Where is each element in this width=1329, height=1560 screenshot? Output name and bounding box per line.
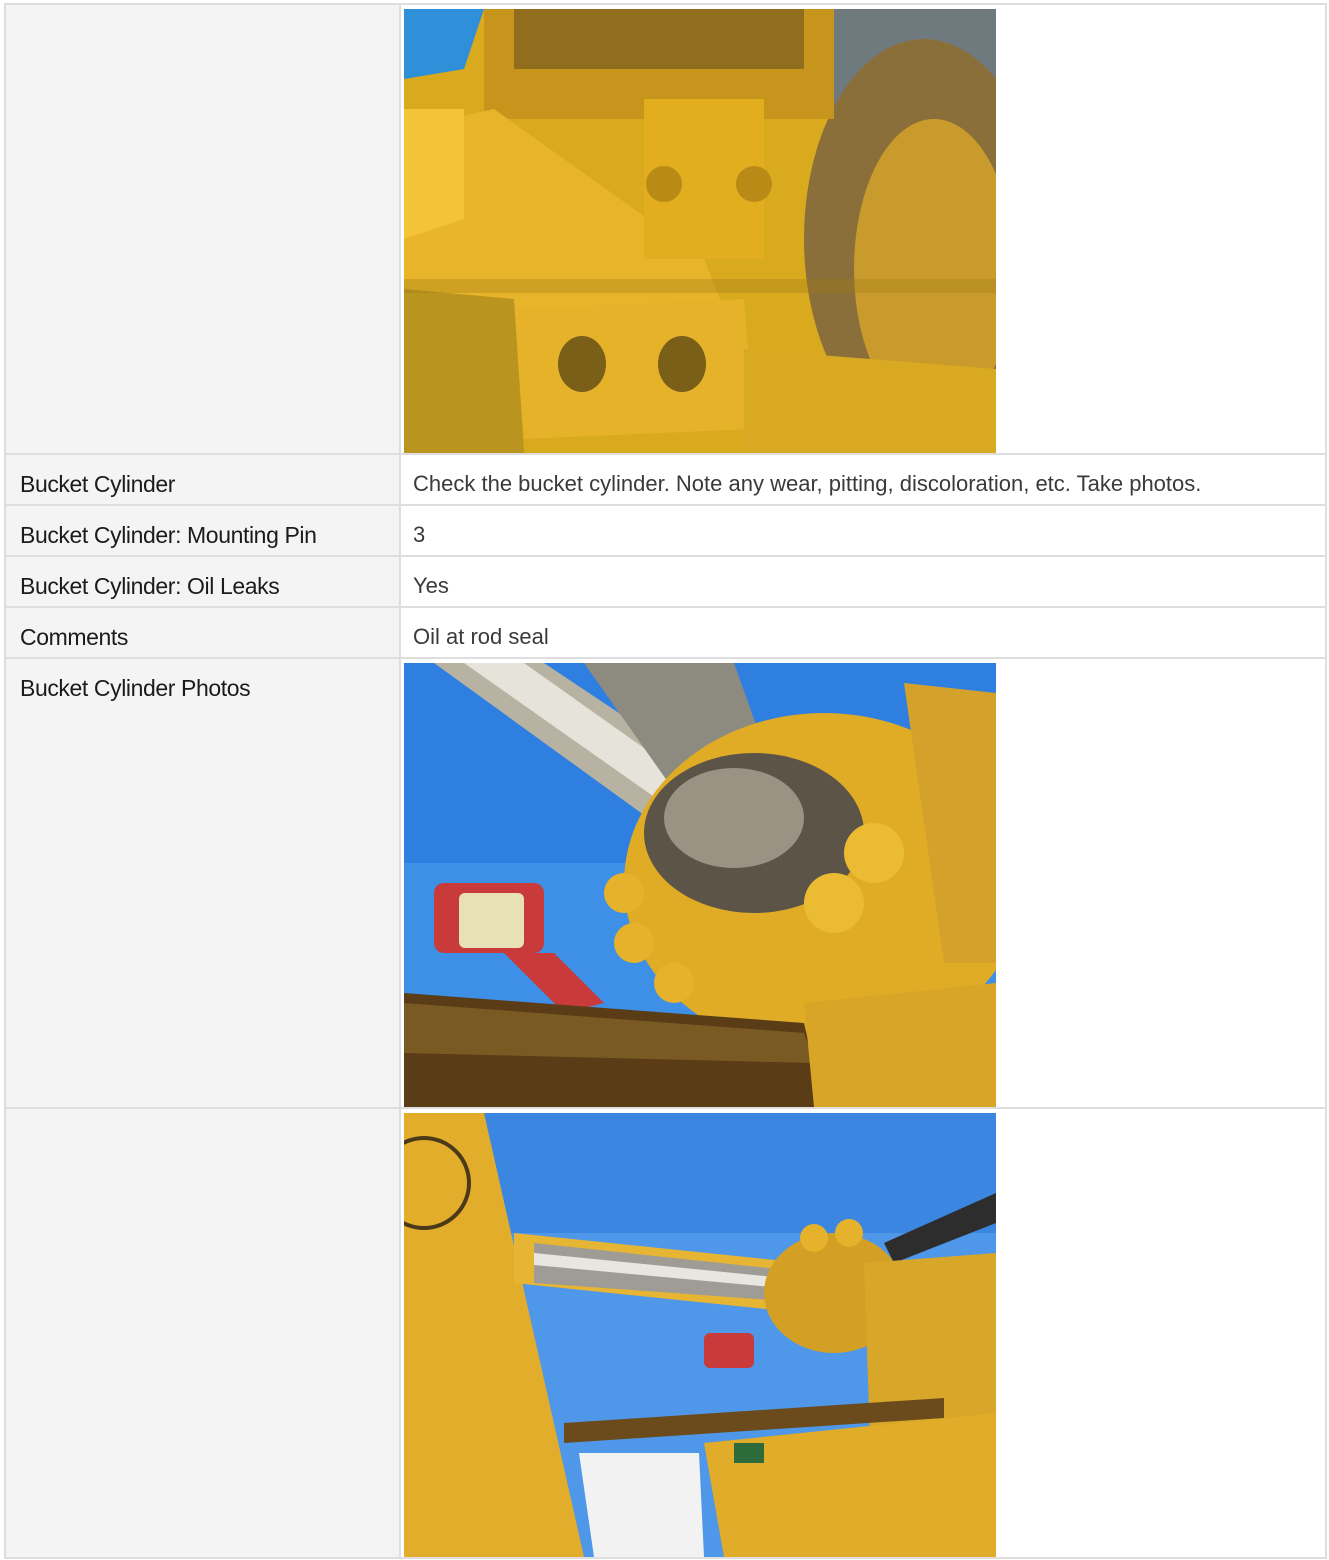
photo-bucket-cylinder-rod-seal[interactable] <box>404 663 996 1107</box>
row-value: Oil at rod seal <box>399 606 1327 659</box>
photo-wheel-loader-hinge[interactable] <box>404 9 996 453</box>
table-row: Comments Oil at rod seal <box>4 606 1327 659</box>
table-row: Bucket Cylinder: Oil Leaks Yes <box>4 555 1327 608</box>
row-value: Yes <box>399 555 1327 608</box>
photo-cell <box>399 3 1327 455</box>
table-row: Bucket Cylinder: Mounting Pin 3 <box>4 504 1327 557</box>
row-label <box>4 1107 401 1559</box>
row-label: Bucket Cylinder: Mounting Pin <box>4 504 401 557</box>
table-row <box>4 1107 1327 1559</box>
row-value: 3 <box>399 504 1327 557</box>
photo-cell <box>399 1107 1327 1559</box>
photo-cell <box>399 657 1327 1109</box>
row-value: Check the bucket cylinder. Note any wear… <box>399 453 1327 506</box>
inspection-table: Bucket Cylinder Check the bucket cylinde… <box>4 3 1327 1559</box>
row-label: Bucket Cylinder Photos <box>4 657 401 1109</box>
row-label: Bucket Cylinder: Oil Leaks <box>4 555 401 608</box>
photo-bucket-cylinder-side[interactable] <box>404 1113 996 1557</box>
table-row: Bucket Cylinder Photos <box>4 657 1327 1109</box>
table-row <box>4 3 1327 455</box>
row-label: Bucket Cylinder <box>4 453 401 506</box>
row-label: Comments <box>4 606 401 659</box>
table-row: Bucket Cylinder Check the bucket cylinde… <box>4 453 1327 506</box>
row-label <box>4 3 401 455</box>
